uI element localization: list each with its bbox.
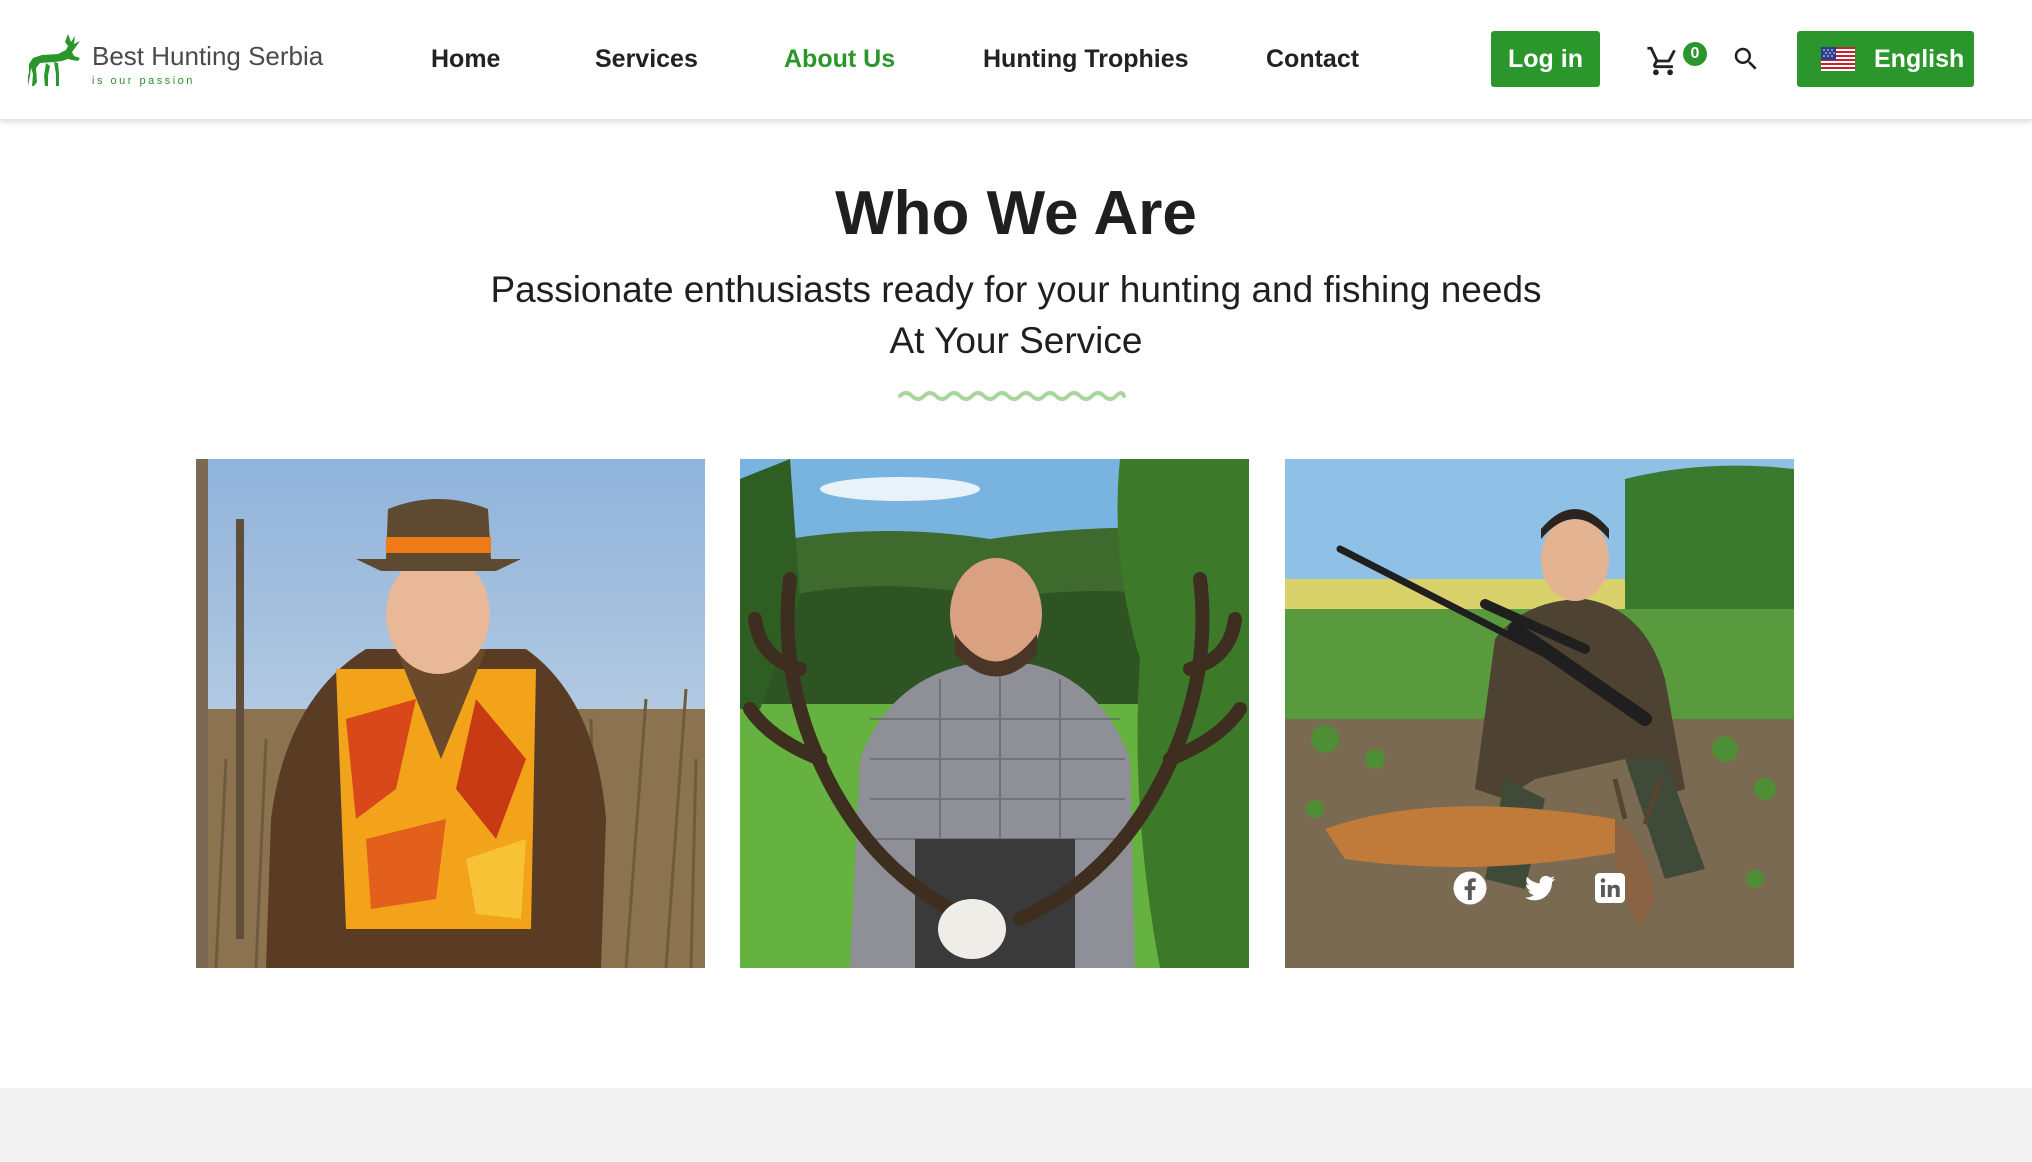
linkedin-icon[interactable] (1592, 870, 1628, 906)
language-selector[interactable]: English (1797, 31, 1974, 87)
twitter-icon[interactable] (1522, 870, 1558, 906)
hunter-orange-vest-photo (196, 459, 705, 968)
brand-logo[interactable]: Best Hunting Serbia is our passion (28, 30, 338, 90)
login-button[interactable]: Log in (1491, 31, 1600, 87)
footer-band (0, 1088, 2032, 1162)
language-label: English (1874, 45, 1965, 73)
team-card[interactable] (196, 459, 705, 968)
wave-divider (898, 391, 1126, 401)
brand-tagline: is our passion (92, 75, 195, 87)
page-subtitle-secondary: At Your Service (889, 320, 1143, 361)
facebook-icon[interactable] (1452, 870, 1488, 906)
team-card[interactable] (740, 459, 1249, 968)
nav-item-contact[interactable]: Contact (1266, 40, 1359, 78)
cart-count-badge: 0 (1683, 42, 1707, 66)
page-title: Who We Are (835, 179, 1197, 248)
search-button[interactable] (1731, 44, 1761, 74)
cart-button[interactable]: 0 (1646, 40, 1707, 80)
nav-item-home[interactable]: Home (431, 40, 500, 78)
search-icon (1734, 47, 1757, 70)
brand-name: Best Hunting Serbia (92, 41, 324, 71)
page-subtitle: Passionate enthusiasts ready for your hu… (490, 269, 1542, 310)
deer-logo-icon (28, 34, 80, 86)
cart-icon (1647, 46, 1676, 76)
nav-item-services[interactable]: Services (595, 40, 698, 78)
nav-item-hunting-trophies[interactable]: Hunting Trophies (983, 40, 1189, 78)
nav-item-about-us[interactable]: About Us (784, 40, 895, 78)
site-header: Best Hunting Serbia is our passion Home … (0, 0, 2032, 120)
us-flag-icon (1821, 47, 1855, 71)
hunter-red-deer-antlers-photo (740, 459, 1249, 968)
team-card[interactable] (1285, 459, 1794, 968)
